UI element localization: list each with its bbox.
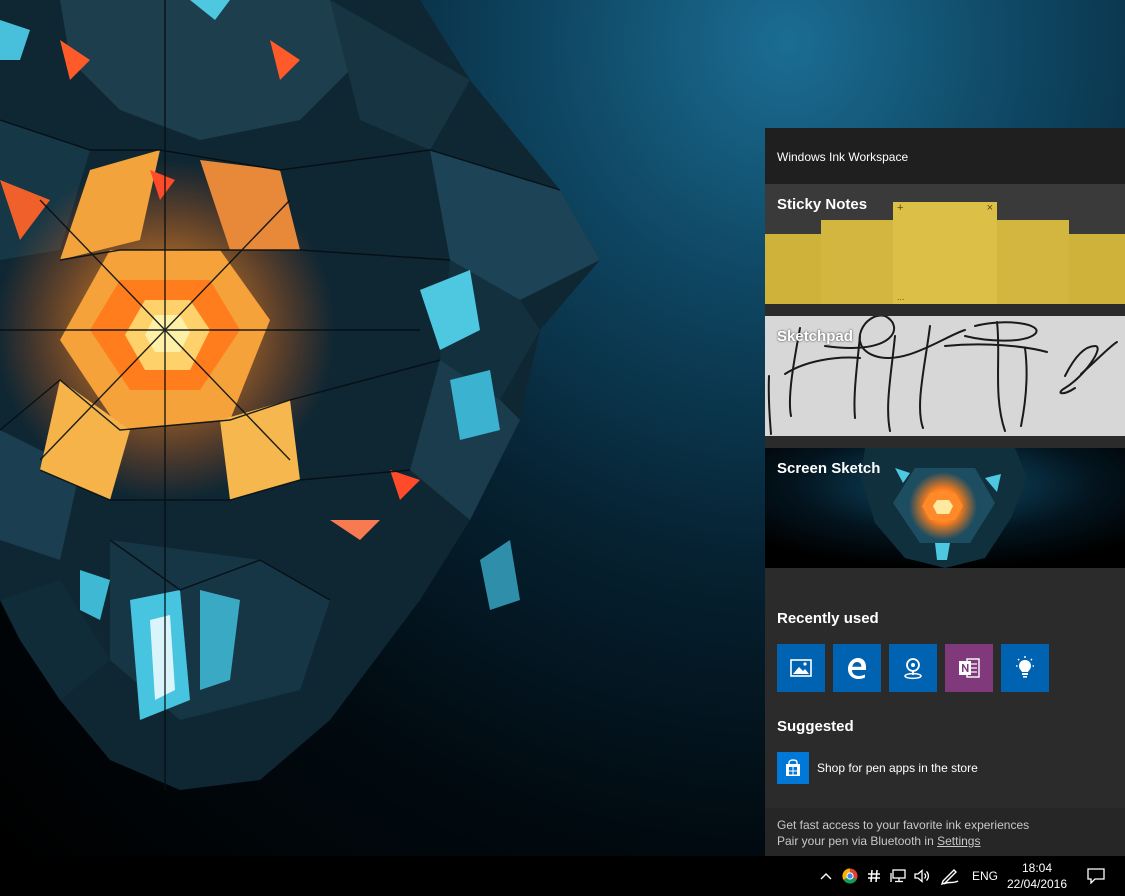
panel-header: Windows Ink Workspace xyxy=(765,128,1125,184)
sketchpad-label: Sketchpad xyxy=(777,328,853,345)
edge-icon xyxy=(848,658,866,679)
action-center-icon[interactable] xyxy=(1086,867,1106,885)
sketchpad-tile[interactable]: Sketchpad xyxy=(765,316,1125,436)
chrome-icon[interactable] xyxy=(841,867,859,885)
sticky-note-right xyxy=(997,220,1069,304)
suggested-store-link[interactable]: Shop for pen apps in the store xyxy=(817,761,978,775)
tips-icon xyxy=(1016,656,1034,678)
sticky-plus-icon: + xyxy=(897,202,904,214)
sticky-notes-label: Sticky Notes xyxy=(777,196,868,213)
ink-workspace-panel: Windows Ink Workspace + × ... Sticky Not… xyxy=(765,128,1125,856)
screen-sketch-tile[interactable]: Screen Sketch xyxy=(765,448,1125,568)
footer-line-2: Pair your pen via Bluetooth in Settings xyxy=(777,834,980,848)
language-indicator[interactable]: ENG xyxy=(972,869,998,883)
volume-icon[interactable] xyxy=(913,867,931,885)
chevron-up-icon[interactable] xyxy=(817,867,835,885)
clock-date: 22/04/2016 xyxy=(1006,877,1068,891)
panel-footer: Get fast access to your favorite ink exp… xyxy=(765,808,1125,856)
taskbar-clock[interactable]: 18:04 22/04/2016 xyxy=(1000,860,1074,892)
screen-sketch-label: Screen Sketch xyxy=(777,460,881,477)
pen-icon[interactable] xyxy=(940,867,960,885)
hashtag-icon[interactable] xyxy=(865,867,883,885)
footer-line-1: Get fast access to your favorite ink exp… xyxy=(777,818,1030,832)
clock-time: 18:04 xyxy=(1021,861,1053,875)
sticky-note-left xyxy=(821,220,893,304)
sticky-close-icon: × xyxy=(986,202,993,214)
taskbar: ENG 18:04 22/04/2016 xyxy=(0,856,1125,896)
maps-icon xyxy=(904,658,922,680)
sticky-notes-tile[interactable]: + × ... Sticky Notes xyxy=(765,184,1125,304)
onenote-icon xyxy=(959,658,980,678)
settings-link[interactable]: Settings xyxy=(937,834,980,848)
onenote-app-tile[interactable] xyxy=(945,644,993,692)
photos-icon xyxy=(790,659,812,677)
store-app-tile[interactable] xyxy=(777,752,809,784)
edge-app-tile[interactable] xyxy=(833,644,881,692)
tips-app-tile[interactable] xyxy=(1001,644,1049,692)
recently-used-title: Recently used xyxy=(777,610,879,627)
sticky-note-front: + × ... xyxy=(893,202,997,304)
panel-title: Windows Ink Workspace xyxy=(777,150,909,164)
abstract-crystal-art xyxy=(0,0,600,790)
suggested-title: Suggested xyxy=(777,718,854,735)
maps-app-tile[interactable] xyxy=(889,644,937,692)
network-icon[interactable] xyxy=(889,867,907,885)
photos-app-tile[interactable] xyxy=(777,644,825,692)
footer-line-2-text: Pair your pen via Bluetooth in xyxy=(777,834,938,848)
store-icon xyxy=(786,759,800,776)
sticky-more-icon: ... xyxy=(897,292,905,302)
